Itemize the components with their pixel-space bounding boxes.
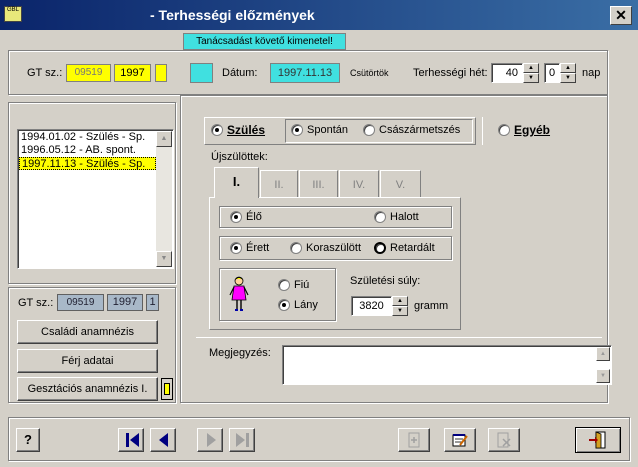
window-title: - Terhességi előzmények — [150, 7, 315, 23]
tab-newborn-1[interactable]: I. — [214, 167, 259, 198]
date-field[interactable]: 1997.11.13 — [270, 63, 340, 83]
week-down-button[interactable]: ▼ — [523, 73, 539, 83]
weight-down-button[interactable]: ▼ — [392, 306, 408, 316]
other-label: Egyéb — [514, 123, 551, 137]
birth-radio[interactable] — [211, 124, 223, 136]
edit-notepad-icon — [452, 434, 468, 447]
weekday-label: Csütörtök — [350, 68, 389, 78]
last-record-button[interactable] — [229, 428, 255, 452]
close-button[interactable]: ✕ — [610, 6, 632, 25]
notes-divider — [196, 337, 602, 338]
birth-weight-label: Születési súly: — [350, 275, 421, 287]
mature-radio[interactable] — [230, 242, 242, 254]
app-icon-label: GBL — [6, 7, 19, 13]
tab-newborn-2[interactable]: II. — [260, 170, 298, 198]
pregnancy-week-label: Terhességi hét: — [413, 67, 488, 79]
first-bar-icon — [126, 433, 129, 447]
pregnancy-days-input[interactable]: 0 — [544, 63, 560, 83]
newborns-label: Újszülöttek: — [211, 151, 268, 163]
outcome-notice-badge: Tanácsadást követő kimenetel! — [183, 33, 346, 50]
next-record-button[interactable] — [197, 428, 223, 452]
days-up-button[interactable]: ▲ — [560, 63, 576, 73]
husband-data-button[interactable]: Férj adatai — [17, 349, 158, 373]
dead-label: Halott — [390, 211, 419, 223]
girl-figure-icon — [229, 276, 249, 312]
days-down-button[interactable]: ▼ — [560, 73, 576, 83]
pregnancy-week-input[interactable]: 40 — [491, 63, 523, 83]
gestational-anamnesis-button[interactable]: Gesztációs anamnézis I. — [17, 377, 158, 401]
gt-flag-indicator — [155, 64, 167, 82]
spontaneous-label: Spontán — [307, 124, 348, 136]
history-list-items: 1994.01.02 - Szülés - Sp. 1996.05.12 - A… — [19, 131, 156, 170]
exit-door-icon — [589, 431, 606, 449]
delete-record-button[interactable] — [488, 428, 520, 452]
app-icon: GBL — [4, 6, 22, 22]
separator — [482, 117, 483, 145]
other-radio[interactable] — [498, 124, 510, 136]
notes-scroll-down[interactable]: ▼ — [596, 369, 610, 383]
dead-radio[interactable] — [374, 211, 386, 223]
retarded-label: Retardált — [390, 242, 435, 254]
bottom-toolbar — [8, 417, 630, 461]
gt-number-secondary: 09519 — [57, 294, 104, 311]
title-bar — [0, 0, 638, 30]
new-document-icon — [408, 432, 420, 448]
first-arrow-icon — [130, 433, 139, 447]
tab-newborn-5[interactable]: V. — [380, 170, 421, 198]
cesarean-label: Császármetszés — [379, 124, 461, 136]
spontaneous-radio[interactable] — [291, 124, 303, 136]
exit-button[interactable] — [575, 427, 621, 453]
weight-up-button[interactable]: ▲ — [392, 296, 408, 306]
last-arrow-icon — [236, 433, 245, 447]
status-color-indicator — [190, 63, 213, 83]
date-label: Dátum: — [222, 67, 258, 79]
gestational-indicator — [164, 383, 170, 395]
list-item[interactable]: 1996.05.12 - AB. spont. — [19, 144, 156, 157]
scroll-up-button[interactable]: ▲ — [156, 131, 172, 147]
girl-radio[interactable] — [278, 299, 290, 311]
notes-textarea[interactable] — [282, 345, 612, 385]
tab-newborn-4[interactable]: IV. — [339, 170, 379, 198]
birth-label: Szülés — [227, 123, 266, 137]
premature-radio[interactable] — [290, 242, 302, 254]
delete-document-icon — [497, 432, 511, 448]
gt-label: GT sz.: — [27, 67, 63, 79]
alive-radio[interactable] — [230, 211, 242, 223]
cesarean-radio[interactable] — [363, 124, 375, 136]
gt-count-secondary: 1 — [146, 294, 159, 311]
notes-scroll-up[interactable]: ▲ — [596, 347, 610, 361]
new-record-button[interactable] — [398, 428, 430, 452]
gt-year-field: 1997 — [114, 64, 151, 82]
alive-label: Élő — [246, 211, 262, 223]
days-unit-label: nap — [582, 67, 601, 79]
mature-label: Érett — [246, 242, 270, 254]
edit-record-button[interactable] — [444, 428, 476, 452]
next-arrow-icon — [207, 433, 216, 447]
notes-label: Megjegyzés: — [209, 347, 271, 359]
gt-label-secondary: GT sz.: — [18, 297, 54, 309]
birth-weight-input[interactable]: 3820 — [351, 296, 392, 316]
tab-newborn-3[interactable]: III. — [299, 170, 338, 198]
list-item[interactable]: 1994.01.02 - Szülés - Sp. — [19, 131, 156, 144]
scroll-down-button[interactable]: ▼ — [156, 251, 172, 267]
gt-number-field: 09519 — [66, 64, 111, 82]
boy-label: Fiú — [294, 279, 310, 291]
history-scrollbar[interactable] — [156, 131, 172, 267]
weight-unit-label: gramm — [414, 300, 449, 312]
list-item-selected[interactable]: 1997.11.13 - Szülés - Sp. — [19, 157, 156, 170]
girl-label: Lány — [294, 299, 318, 311]
retarded-radio[interactable] — [374, 242, 386, 254]
premature-label: Koraszülött — [306, 242, 362, 254]
family-anamnesis-button[interactable]: Családi anamnézis — [17, 320, 158, 344]
week-up-button[interactable]: ▲ — [523, 63, 539, 73]
boy-radio[interactable] — [278, 279, 290, 291]
previous-arrow-icon — [159, 433, 168, 447]
help-button[interactable]: ? — [16, 428, 40, 452]
last-bar-icon — [246, 433, 249, 447]
gt-year-secondary: 1997 — [107, 294, 143, 311]
first-record-button[interactable] — [118, 428, 144, 452]
previous-record-button[interactable] — [150, 428, 176, 452]
